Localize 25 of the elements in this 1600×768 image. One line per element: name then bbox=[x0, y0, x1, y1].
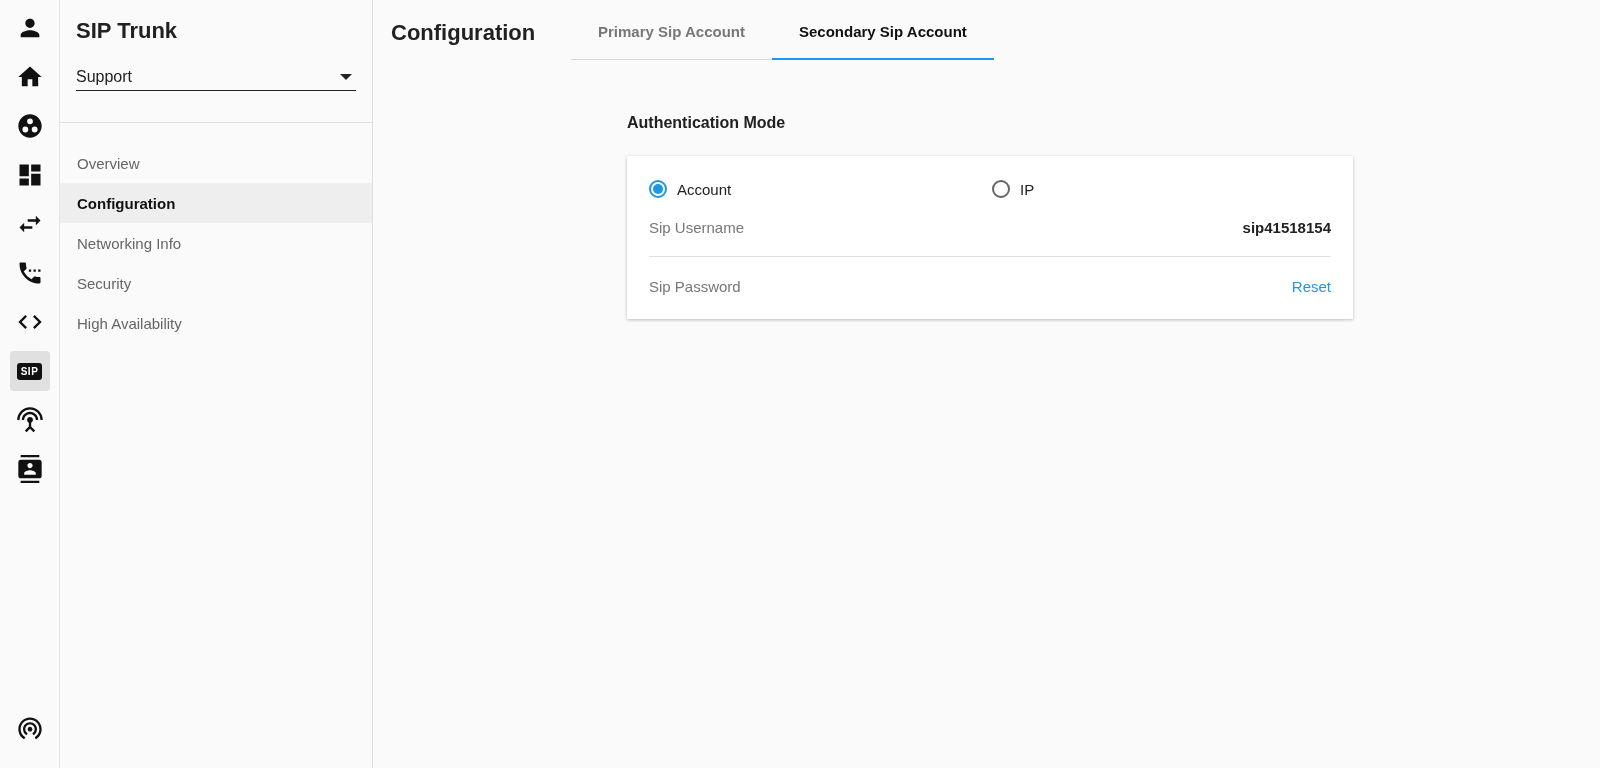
radio-button[interactable] bbox=[992, 180, 1010, 198]
field-label: Sip Username bbox=[649, 218, 745, 236]
antenna-icon bbox=[15, 406, 44, 434]
sidebar-item[interactable]: Security bbox=[60, 263, 372, 303]
radio-label: IP bbox=[1020, 180, 1035, 198]
rail-button[interactable]: SIP bbox=[9, 351, 50, 391]
sidebar-item[interactable]: High Availability bbox=[60, 303, 372, 343]
caret-icon bbox=[340, 74, 352, 80]
reset-link[interactable]: Reset bbox=[1291, 277, 1331, 295]
page-title: Configuration bbox=[391, 19, 537, 46]
tab[interactable]: Secondary Sip Account bbox=[772, 0, 994, 60]
select-field[interactable]: Support bbox=[76, 68, 356, 91]
sidebar-item[interactable]: Configuration bbox=[60, 183, 372, 223]
sidebar-title: SIP Trunk bbox=[75, 17, 179, 44]
tab[interactable]: Primary Sip Account bbox=[571, 0, 772, 60]
radio-button[interactable] bbox=[649, 180, 667, 198]
field-value: sip41518154 bbox=[1242, 218, 1331, 236]
section-title: Authentication Mode bbox=[627, 114, 787, 132]
radio-label: Account bbox=[677, 180, 732, 198]
contact-card-icon bbox=[15, 455, 44, 483]
three-dots-icon bbox=[15, 112, 44, 140]
sidebar-item[interactable]: Networking Info bbox=[60, 223, 372, 263]
sidebar-item[interactable]: Overview bbox=[60, 143, 372, 183]
field-label: Sip Password bbox=[649, 277, 741, 295]
sip-badge-icon: SIP bbox=[16, 362, 43, 380]
